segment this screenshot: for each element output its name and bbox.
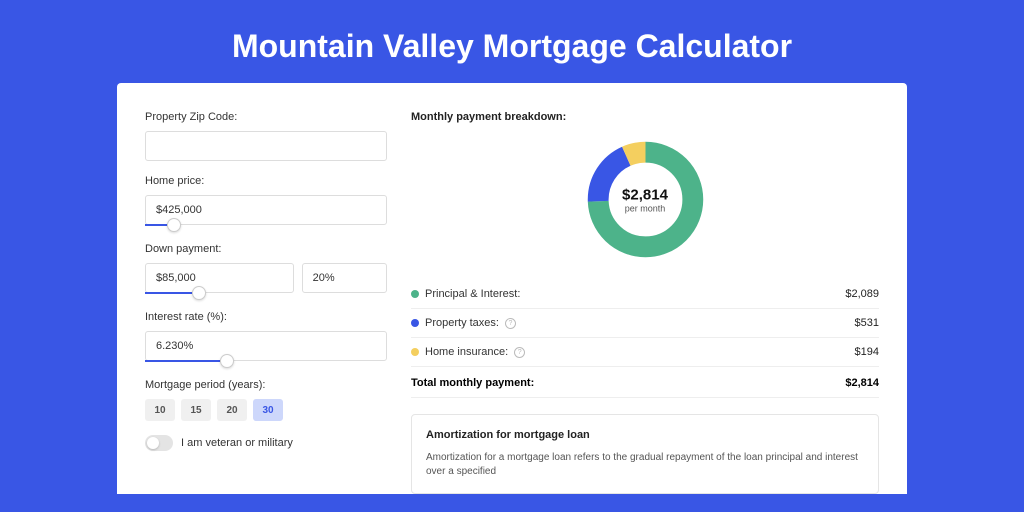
breakdown-value: $2,089	[845, 288, 879, 300]
veteran-toggle[interactable]	[145, 435, 173, 451]
zip-field: Property Zip Code:	[145, 111, 387, 161]
zip-label: Property Zip Code:	[145, 111, 387, 123]
down-payment-slider[interactable]	[145, 291, 302, 297]
breakdown-value: $194	[855, 346, 879, 358]
interest-label: Interest rate (%):	[145, 311, 387, 323]
breakdown-label: Property taxes:	[425, 317, 499, 329]
breakdown-title: Monthly payment breakdown:	[411, 111, 879, 123]
total-label: Total monthly payment:	[411, 377, 534, 389]
zip-input[interactable]	[145, 131, 387, 161]
down-payment-pct-input[interactable]	[302, 263, 387, 293]
breakdown-value: $531	[855, 317, 879, 329]
page-title: Mountain Valley Mortgage Calculator	[0, 0, 1024, 83]
interest-slider[interactable]	[145, 359, 387, 365]
dot-icon	[411, 348, 419, 356]
veteran-label: I am veteran or military	[181, 437, 293, 449]
dot-icon	[411, 319, 419, 327]
period-label: Mortgage period (years):	[145, 379, 387, 391]
interest-input[interactable]	[145, 331, 387, 361]
donut-amount: $2,814	[622, 186, 668, 203]
veteran-row: I am veteran or military	[145, 435, 387, 451]
donut-chart: $2,814 per month	[583, 137, 708, 262]
info-icon[interactable]: ?	[514, 347, 525, 358]
breakdown-row-taxes: Property taxes: ? $531	[411, 309, 879, 338]
home-price-label: Home price:	[145, 175, 387, 187]
down-payment-field: Down payment:	[145, 243, 387, 297]
amortization-title: Amortization for mortgage loan	[426, 429, 864, 441]
calculator-card: Property Zip Code: Home price: Down paym…	[117, 83, 907, 494]
breakdown-row-principal: Principal & Interest: $2,089	[411, 280, 879, 309]
down-payment-label: Down payment:	[145, 243, 387, 255]
breakdown-panel: Monthly payment breakdown: $2,814 per mo…	[411, 111, 879, 494]
period-button-group: 10 15 20 30	[145, 399, 387, 421]
info-icon[interactable]: ?	[505, 318, 516, 329]
input-panel: Property Zip Code: Home price: Down paym…	[145, 111, 387, 494]
dot-icon	[411, 290, 419, 298]
period-btn-20[interactable]: 20	[217, 399, 247, 421]
period-field: Mortgage period (years): 10 15 20 30	[145, 379, 387, 421]
down-payment-input[interactable]	[145, 263, 294, 293]
donut-sub: per month	[622, 203, 668, 213]
interest-field: Interest rate (%):	[145, 311, 387, 365]
donut-chart-wrap: $2,814 per month	[411, 137, 879, 262]
breakdown-row-total: Total monthly payment: $2,814	[411, 367, 879, 398]
period-btn-30[interactable]: 30	[253, 399, 283, 421]
amortization-card: Amortization for mortgage loan Amortizat…	[411, 414, 879, 494]
home-price-input[interactable]	[145, 195, 387, 225]
breakdown-label: Principal & Interest:	[425, 288, 520, 300]
total-value: $2,814	[845, 377, 879, 389]
breakdown-label: Home insurance:	[425, 346, 508, 358]
amortization-text: Amortization for a mortgage loan refers …	[426, 451, 864, 479]
period-btn-10[interactable]: 10	[145, 399, 175, 421]
home-price-field: Home price:	[145, 175, 387, 229]
home-price-slider[interactable]	[145, 223, 387, 229]
breakdown-row-insurance: Home insurance: ? $194	[411, 338, 879, 367]
period-btn-15[interactable]: 15	[181, 399, 211, 421]
